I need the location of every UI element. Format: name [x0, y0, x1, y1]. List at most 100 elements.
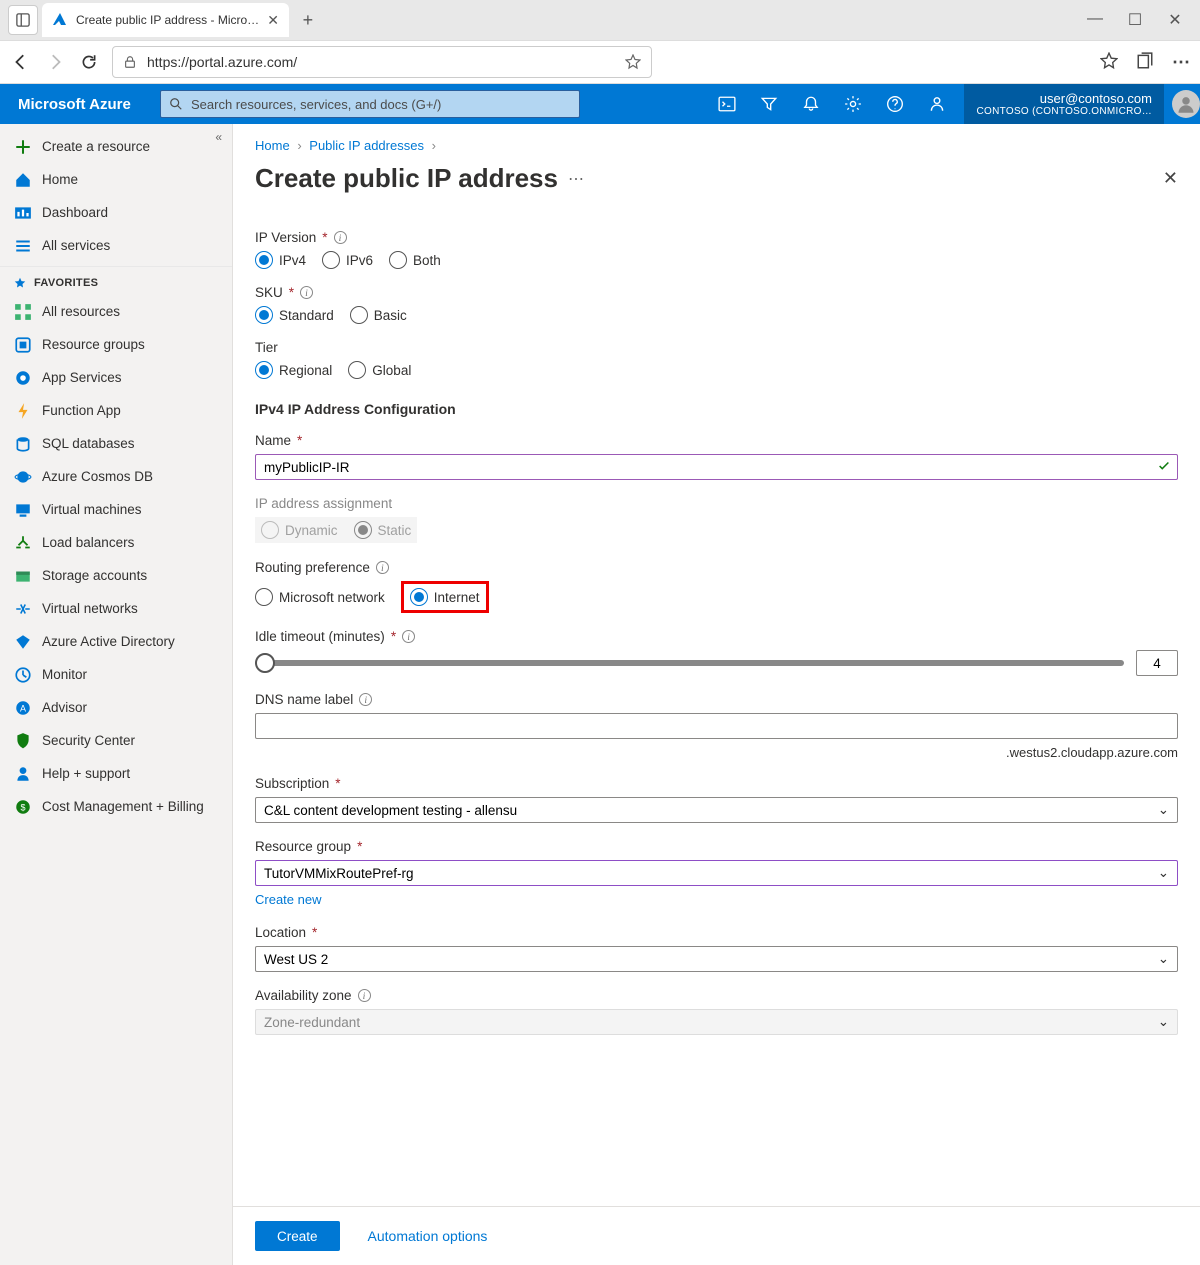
ip-version-ipv4-radio[interactable]: IPv4	[255, 251, 306, 269]
user-directory: CONTOSO (CONTOSO.ONMICRO…	[977, 106, 1152, 117]
browser-tab[interactable]: Create public IP address - Micro… ✕	[42, 3, 289, 37]
automation-options-link[interactable]: Automation options	[368, 1228, 488, 1244]
ip-version-ipv6-radio[interactable]: IPv6	[322, 251, 373, 269]
shield-icon	[14, 732, 32, 750]
resource-group-label: Resource group *	[255, 839, 1178, 854]
tab-close-icon[interactable]: ✕	[267, 12, 279, 29]
create-button[interactable]: Create	[255, 1221, 340, 1251]
window-maximize-icon[interactable]: ☐	[1126, 10, 1144, 30]
dns-input[interactable]	[255, 713, 1178, 739]
create-new-rg-link[interactable]: Create new	[255, 892, 321, 907]
sku-label: SKU*i	[255, 285, 1178, 300]
more-actions-icon[interactable]: ⋯	[568, 169, 584, 189]
sidebar-item-monitor[interactable]: Monitor	[0, 658, 232, 691]
sidebar-item-vms[interactable]: Virtual machines	[0, 493, 232, 526]
global-search-input[interactable]: Search resources, services, and docs (G+…	[160, 90, 580, 118]
sidebar-item-label: Dashboard	[42, 205, 108, 220]
close-blade-button[interactable]: ✕	[1163, 168, 1178, 189]
user-account-menu[interactable]: user@contoso.com CONTOSO (CONTOSO.ONMICR…	[964, 84, 1164, 124]
idle-timeout-value[interactable]: 4	[1136, 650, 1178, 676]
resource-group-select[interactable]: TutorVMMixRoutePref-rg ⌄	[255, 860, 1178, 886]
info-icon[interactable]: i	[376, 561, 389, 574]
feedback-icon[interactable]	[928, 95, 946, 113]
sidebar-item-label: All resources	[42, 304, 120, 319]
info-icon[interactable]: i	[300, 286, 313, 299]
sidebar-item-cosmos[interactable]: Azure Cosmos DB	[0, 460, 232, 493]
avatar-icon	[1176, 94, 1196, 114]
sidebar-item-help[interactable]: Help + support	[0, 757, 232, 790]
sidebar-home[interactable]: Home	[0, 163, 232, 196]
info-icon[interactable]: i	[402, 630, 415, 643]
dns-suffix: .westus2.cloudapp.azure.com	[255, 745, 1178, 760]
sidebar-item-advisor[interactable]: AAdvisor	[0, 691, 232, 724]
cost-icon: $	[14, 798, 32, 816]
checkmark-icon	[1157, 459, 1171, 473]
sidebar-item-app-services[interactable]: App Services	[0, 361, 232, 394]
database-icon	[14, 435, 32, 453]
settings-icon[interactable]	[844, 95, 862, 113]
ip-version-both-radio[interactable]: Both	[389, 251, 441, 269]
name-label: Name *	[255, 433, 1178, 448]
collapse-sidebar-icon[interactable]: «	[215, 130, 222, 144]
collections-icon[interactable]	[1136, 52, 1154, 70]
sidebar-create-resource[interactable]: Create a resource	[0, 130, 232, 163]
favorites-header: FAVORITES	[0, 266, 232, 295]
help-icon[interactable]	[886, 95, 904, 113]
idle-timeout-slider[interactable]	[255, 660, 1124, 666]
favorite-page-icon[interactable]	[625, 54, 641, 70]
routing-internet-radio[interactable]: Internet	[410, 588, 480, 606]
sidebar-item-label: Function App	[42, 403, 121, 418]
availability-zone-select: Zone-redundant ⌄	[255, 1009, 1178, 1035]
sidebar-item-cost[interactable]: $ Cost Management + Billing	[0, 790, 232, 823]
info-icon[interactable]: i	[359, 693, 372, 706]
window-close-icon[interactable]: ✕	[1166, 10, 1184, 30]
avatar[interactable]	[1172, 90, 1200, 118]
browser-menu-icon[interactable]: ⋯	[1172, 52, 1190, 73]
cloud-shell-icon[interactable]	[718, 95, 736, 113]
support-icon	[14, 765, 32, 783]
subscription-select[interactable]: C&L content development testing - allens…	[255, 797, 1178, 823]
tier-global-radio[interactable]: Global	[348, 361, 411, 379]
info-icon[interactable]: i	[334, 231, 347, 244]
sidebar: « Create a resource Home Dashboard All s…	[0, 124, 233, 1265]
chevron-down-icon: ⌄	[1158, 951, 1169, 967]
window-minimize-icon[interactable]: ―	[1086, 10, 1104, 30]
new-tab-button[interactable]: +	[293, 5, 323, 35]
sku-standard-radio[interactable]: Standard	[255, 306, 334, 324]
tab-actions-button[interactable]	[8, 5, 38, 35]
load-balancer-icon	[14, 534, 32, 552]
sidebar-item-all-resources[interactable]: All resources	[0, 295, 232, 328]
sidebar-item-label: Cost Management + Billing	[42, 799, 204, 814]
user-email: user@contoso.com	[1040, 91, 1152, 106]
tier-regional-radio[interactable]: Regional	[255, 361, 332, 379]
sidebar-item-sql[interactable]: SQL databases	[0, 427, 232, 460]
address-bar[interactable]: https://portal.azure.com/	[112, 46, 652, 78]
location-select[interactable]: West US 2 ⌄	[255, 946, 1178, 972]
sidebar-item-vnet[interactable]: Virtual networks	[0, 592, 232, 625]
sidebar-item-function-app[interactable]: Function App	[0, 394, 232, 427]
sidebar-item-aad[interactable]: Azure Active Directory	[0, 625, 232, 658]
breadcrumb-home[interactable]: Home	[255, 138, 290, 153]
sidebar-item-label: Storage accounts	[42, 568, 147, 583]
info-icon[interactable]: i	[358, 989, 371, 1002]
notifications-icon[interactable]	[802, 95, 820, 113]
page-title: Create public IP address	[255, 163, 558, 194]
monitor-icon	[14, 666, 32, 684]
sku-basic-radio[interactable]: Basic	[350, 306, 407, 324]
sidebar-item-storage[interactable]: Storage accounts	[0, 559, 232, 592]
azure-brand[interactable]: Microsoft Azure	[0, 96, 160, 113]
favorites-bar-icon[interactable]	[1100, 52, 1118, 70]
advisor-icon: A	[14, 699, 32, 717]
breadcrumb-parent[interactable]: Public IP addresses	[309, 138, 424, 153]
sidebar-item-security[interactable]: Security Center	[0, 724, 232, 757]
directory-filter-icon[interactable]	[760, 95, 778, 113]
back-button[interactable]	[10, 51, 32, 73]
name-input[interactable]	[255, 454, 1178, 480]
slider-thumb[interactable]	[255, 653, 275, 673]
sidebar-all-services[interactable]: All services	[0, 229, 232, 262]
sidebar-item-resource-groups[interactable]: Resource groups	[0, 328, 232, 361]
routing-microsoft-radio[interactable]: Microsoft network	[255, 588, 385, 606]
refresh-button[interactable]	[78, 51, 100, 73]
sidebar-item-load-balancers[interactable]: Load balancers	[0, 526, 232, 559]
sidebar-dashboard[interactable]: Dashboard	[0, 196, 232, 229]
